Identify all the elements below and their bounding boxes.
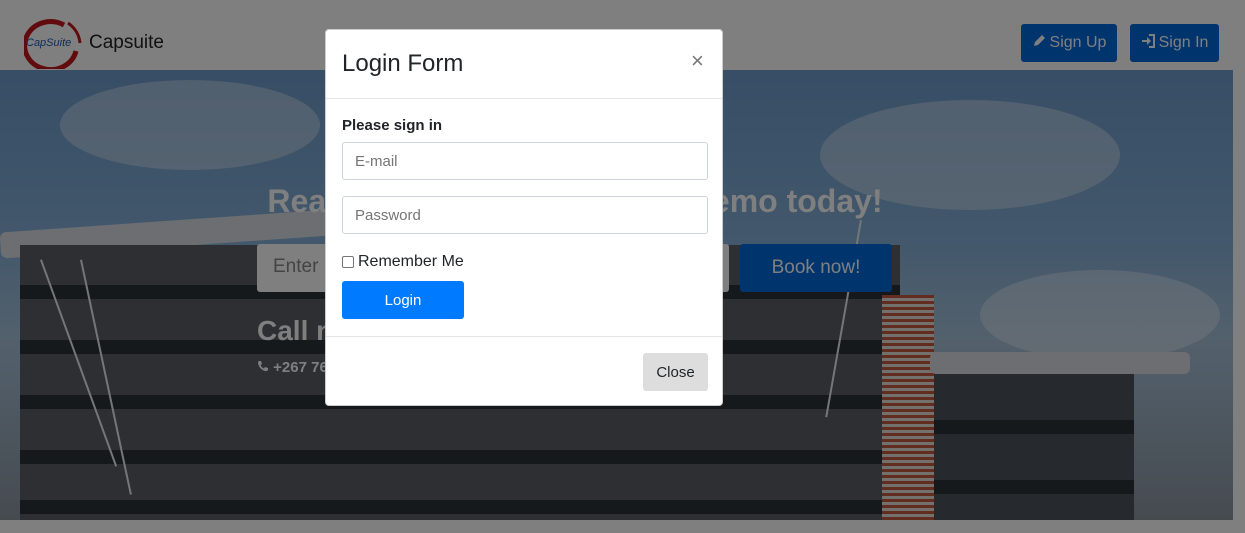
close-button[interactable]: Close: [643, 353, 708, 391]
remember-me-checkbox[interactable]: [342, 256, 354, 268]
remember-me-label: Remember Me: [358, 253, 464, 270]
sign-in-prompt: Please sign in: [342, 117, 443, 134]
login-button[interactable]: Login: [342, 281, 464, 319]
email-field[interactable]: [342, 142, 708, 180]
modal-header: Login Form ×: [326, 30, 722, 99]
password-field[interactable]: [342, 196, 708, 234]
close-icon[interactable]: ×: [691, 48, 704, 74]
login-modal: Login Form × Please sign in Remember Me …: [325, 29, 723, 406]
modal-footer: Close: [326, 336, 722, 406]
modal-body: Please sign in Remember Me Login: [326, 99, 722, 336]
remember-me[interactable]: Remember Me: [342, 253, 464, 271]
modal-title: Login Form: [342, 50, 464, 77]
